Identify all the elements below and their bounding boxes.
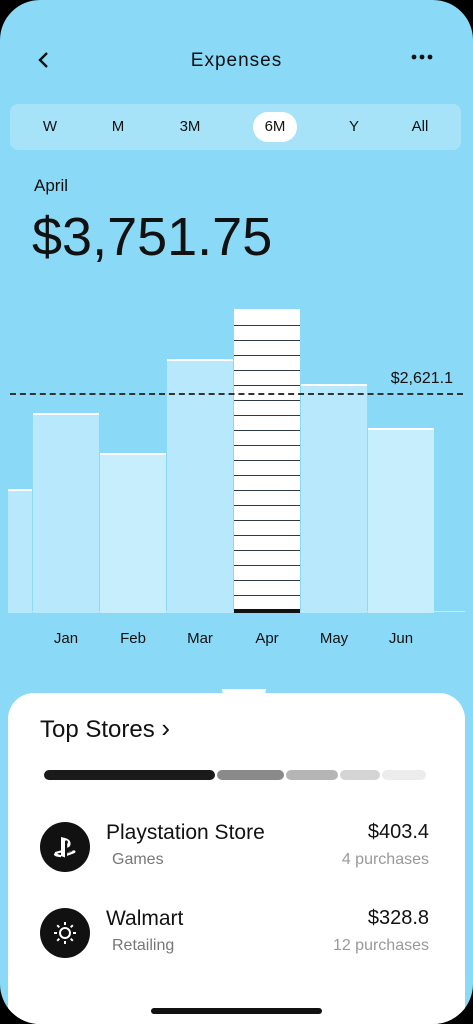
store-share-segment	[340, 770, 380, 780]
tab-6-months[interactable]: 6M	[253, 112, 297, 142]
selected-amount: $3,751.75	[32, 207, 273, 267]
store-share-segment	[382, 770, 426, 780]
store-category: Games	[112, 851, 164, 868]
more-options-icon[interactable]	[411, 46, 433, 69]
store-share-segment	[286, 770, 338, 780]
tab-year[interactable]: Y	[336, 112, 372, 142]
store-amount: $403.4	[367, 821, 429, 843]
average-line	[10, 393, 463, 395]
tab-week[interactable]: W	[32, 112, 68, 142]
walmart-icon	[40, 908, 90, 958]
store-item[interactable]: Playstation Store Games $403.4 4 purchas…	[8, 813, 465, 873]
top-stores-label: Top Stores	[40, 716, 155, 743]
x-axis-label: Jan	[53, 630, 79, 647]
x-axis-label: Apr	[255, 630, 279, 647]
x-axis-label: Feb	[120, 630, 146, 647]
tab-month[interactable]: M	[100, 112, 136, 142]
store-name: Walmart	[106, 907, 184, 930]
x-axis-label: May	[319, 630, 349, 647]
chart-bar-jun[interactable]	[368, 428, 434, 613]
period-tabs: W M 3M 6M Y All	[10, 104, 461, 150]
store-share-segment	[217, 770, 284, 780]
store-purchase-count: 12 purchases	[332, 937, 429, 954]
tab-all[interactable]: All	[402, 112, 438, 142]
selected-month: April	[34, 176, 69, 195]
chart-bar-previous	[8, 489, 32, 613]
chart-bar-may[interactable]	[301, 384, 367, 613]
expenses-bar-chart: Jan Feb Mar Apr May Jun $2,621.1	[0, 290, 473, 647]
home-indicator[interactable]	[151, 1008, 322, 1014]
phone-screen: Expenses W M 3M 6M Y All April $3,751.75…	[0, 0, 473, 1024]
chevron-right-icon: ›	[161, 713, 171, 743]
page-title: Expenses	[190, 50, 283, 71]
tab-3-months[interactable]: 3M	[170, 112, 210, 142]
store-amount: $328.8	[367, 907, 429, 929]
store-share-segment	[44, 770, 215, 780]
store-purchase-count: 4 purchases	[341, 851, 429, 868]
chart-bar-jan[interactable]	[33, 413, 99, 613]
x-axis-label: Jun	[388, 630, 414, 647]
average-label: $2,621.1	[386, 370, 457, 388]
chart-bar-feb[interactable]	[100, 453, 166, 613]
x-axis-label: Mar	[187, 630, 213, 647]
store-name: Playstation Store	[106, 821, 265, 844]
chart-bar-mar[interactable]	[167, 359, 233, 613]
store-category: Retailing	[112, 937, 175, 954]
store-item[interactable]: Walmart Retailing $328.8 12 purchases	[8, 899, 465, 959]
chart-bar-apr[interactable]	[234, 309, 300, 613]
top-stores-sheet: Top Stores › Playstation Store Games $40…	[8, 689, 465, 1024]
top-stores-title[interactable]: Top Stores ›	[40, 713, 170, 744]
playstation-icon	[40, 822, 90, 872]
header: Expenses	[0, 40, 473, 84]
sheet-handle[interactable]	[222, 689, 266, 699]
